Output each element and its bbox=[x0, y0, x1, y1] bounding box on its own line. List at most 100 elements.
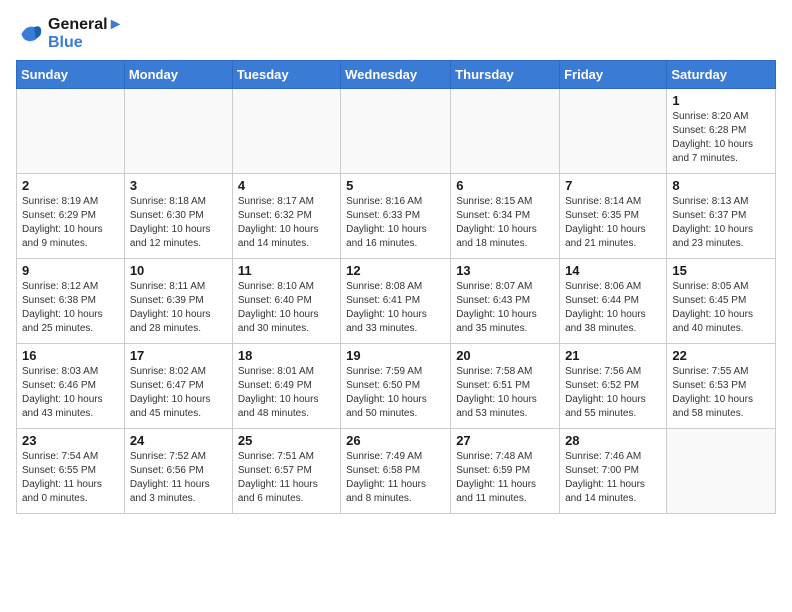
day-number: 24 bbox=[130, 433, 227, 448]
logo-icon bbox=[16, 20, 44, 48]
calendar-day-cell bbox=[451, 89, 560, 174]
day-info: Sunrise: 8:01 AMSunset: 6:49 PMDaylight:… bbox=[238, 365, 335, 421]
calendar-day-cell: 5Sunrise: 8:16 AMSunset: 6:33 PMDaylight… bbox=[341, 174, 451, 259]
calendar-day-cell: 25 Sunrise: 7:51 AMSunset: 6:57 PMDayligh… bbox=[232, 429, 340, 514]
weekday-header: Saturday bbox=[667, 61, 776, 89]
day-info: Sunrise: 8:12 AMSunset: 6:38 PMDaylight:… bbox=[22, 280, 119, 336]
logo-text: General► Blue bbox=[48, 16, 123, 52]
calendar-day-cell: 23Sunrise: 7:54 AMSunset: 6:55 PMDayligh… bbox=[17, 429, 125, 514]
weekday-header: Wednesday bbox=[341, 61, 451, 89]
calendar-day-cell: 15 Sunrise: 8:05 AMSunset: 6:45 PMDayligh… bbox=[667, 259, 776, 344]
calendar-week-row: 2Sunrise: 8:19 AMSunset: 6:29 PMDaylight… bbox=[17, 174, 776, 259]
calendar-day-cell bbox=[341, 89, 451, 174]
day-info: Sunrise: 8:11 AMSunset: 6:39 PMDaylight:… bbox=[130, 280, 227, 336]
day-number: 9 bbox=[22, 263, 119, 278]
day-info: Sunrise: 8:17 AMSunset: 6:32 PMDaylight:… bbox=[238, 195, 335, 251]
calendar-week-row: 9 Sunrise: 8:12 AMSunset: 6:38 PMDaylight… bbox=[17, 259, 776, 344]
day-number: 20 bbox=[456, 348, 554, 363]
day-number: 5 bbox=[346, 178, 445, 193]
day-number: 14 bbox=[565, 263, 661, 278]
day-info: Sunrise: 7:48 AMSunset: 6:59 PMDaylight:… bbox=[456, 450, 554, 506]
calendar-day-cell: 2Sunrise: 8:19 AMSunset: 6:29 PMDaylight… bbox=[17, 174, 125, 259]
calendar-day-cell: 22 Sunrise: 7:55 AMSunset: 6:53 PMDayligh… bbox=[667, 344, 776, 429]
calendar-day-cell: 11 Sunrise: 8:10 AMSunset: 6:40 PMDayligh… bbox=[232, 259, 340, 344]
page: General► Blue SundayMondayTuesdayWednesd… bbox=[0, 0, 792, 530]
day-info: Sunrise: 8:10 AMSunset: 6:40 PMDaylight:… bbox=[238, 280, 335, 336]
weekday-header: Friday bbox=[560, 61, 667, 89]
calendar-week-row: 16 Sunrise: 8:03 AMSunset: 6:46 PMDayligh… bbox=[17, 344, 776, 429]
day-number: 1 bbox=[672, 93, 770, 108]
day-info: Sunrise: 8:02 AMSunset: 6:47 PMDaylight:… bbox=[130, 365, 227, 421]
calendar-day-cell: 1 Sunrise: 8:20 AMSunset: 6:28 PMDaylight… bbox=[667, 89, 776, 174]
calendar-day-cell: 27 Sunrise: 7:48 AMSunset: 6:59 PMDayligh… bbox=[451, 429, 560, 514]
day-info: Sunrise: 8:20 AMSunset: 6:28 PMDaylight:… bbox=[672, 110, 770, 166]
calendar-day-cell: 6 Sunrise: 8:15 AMSunset: 6:34 PMDaylight… bbox=[451, 174, 560, 259]
day-number: 11 bbox=[238, 263, 335, 278]
day-info: Sunrise: 7:56 AMSunset: 6:52 PMDaylight:… bbox=[565, 365, 661, 421]
day-number: 22 bbox=[672, 348, 770, 363]
day-info: Sunrise: 8:15 AMSunset: 6:34 PMDaylight:… bbox=[456, 195, 554, 251]
day-info: Sunrise: 7:49 AMSunset: 6:58 PMDaylight:… bbox=[346, 450, 445, 506]
header: General► Blue bbox=[16, 16, 776, 52]
calendar-day-cell: 28 Sunrise: 7:46 AMSunset: 7:00 PMDayligh… bbox=[560, 429, 667, 514]
day-number: 18 bbox=[238, 348, 335, 363]
calendar-day-cell: 21 Sunrise: 7:56 AMSunset: 6:52 PMDayligh… bbox=[560, 344, 667, 429]
calendar-day-cell: 12 Sunrise: 8:08 AMSunset: 6:41 PMDayligh… bbox=[341, 259, 451, 344]
day-info: Sunrise: 8:19 AMSunset: 6:29 PMDaylight:… bbox=[22, 195, 119, 251]
weekday-header: Thursday bbox=[451, 61, 560, 89]
day-number: 27 bbox=[456, 433, 554, 448]
calendar-week-row: 1 Sunrise: 8:20 AMSunset: 6:28 PMDaylight… bbox=[17, 89, 776, 174]
day-info: Sunrise: 8:08 AMSunset: 6:41 PMDaylight:… bbox=[346, 280, 445, 336]
day-info: Sunrise: 8:03 AMSunset: 6:46 PMDaylight:… bbox=[22, 365, 119, 421]
weekday-header: Monday bbox=[124, 61, 232, 89]
logo: General► Blue bbox=[16, 16, 123, 52]
day-number: 6 bbox=[456, 178, 554, 193]
day-info: Sunrise: 7:52 AMSunset: 6:56 PMDaylight:… bbox=[130, 450, 227, 506]
weekday-header: Tuesday bbox=[232, 61, 340, 89]
day-number: 8 bbox=[672, 178, 770, 193]
calendar-day-cell: 16 Sunrise: 8:03 AMSunset: 6:46 PMDayligh… bbox=[17, 344, 125, 429]
calendar-day-cell: 7 Sunrise: 8:14 AMSunset: 6:35 PMDaylight… bbox=[560, 174, 667, 259]
day-number: 4 bbox=[238, 178, 335, 193]
day-number: 19 bbox=[346, 348, 445, 363]
day-info: Sunrise: 7:58 AMSunset: 6:51 PMDaylight:… bbox=[456, 365, 554, 421]
day-number: 12 bbox=[346, 263, 445, 278]
calendar-day-cell: 20 Sunrise: 7:58 AMSunset: 6:51 PMDayligh… bbox=[451, 344, 560, 429]
calendar-day-cell: 24 Sunrise: 7:52 AMSunset: 6:56 PMDayligh… bbox=[124, 429, 232, 514]
calendar-day-cell: 17 Sunrise: 8:02 AMSunset: 6:47 PMDayligh… bbox=[124, 344, 232, 429]
day-number: 7 bbox=[565, 178, 661, 193]
day-number: 17 bbox=[130, 348, 227, 363]
calendar-table: SundayMondayTuesdayWednesdayThursdayFrid… bbox=[16, 60, 776, 514]
weekday-header: Sunday bbox=[17, 61, 125, 89]
day-info: Sunrise: 7:51 AMSunset: 6:57 PMDaylight:… bbox=[238, 450, 335, 506]
day-info: Sunrise: 8:14 AMSunset: 6:35 PMDaylight:… bbox=[565, 195, 661, 251]
calendar-day-cell: 14 Sunrise: 8:06 AMSunset: 6:44 PMDayligh… bbox=[560, 259, 667, 344]
day-info: Sunrise: 8:06 AMSunset: 6:44 PMDaylight:… bbox=[565, 280, 661, 336]
day-info: Sunrise: 8:05 AMSunset: 6:45 PMDaylight:… bbox=[672, 280, 770, 336]
calendar-day-cell bbox=[560, 89, 667, 174]
calendar-day-cell: 9 Sunrise: 8:12 AMSunset: 6:38 PMDaylight… bbox=[17, 259, 125, 344]
calendar-day-cell bbox=[124, 89, 232, 174]
day-number: 26 bbox=[346, 433, 445, 448]
day-number: 21 bbox=[565, 348, 661, 363]
calendar-day-cell: 13 Sunrise: 8:07 AMSunset: 6:43 PMDayligh… bbox=[451, 259, 560, 344]
calendar-day-cell bbox=[17, 89, 125, 174]
calendar-day-cell: 4 Sunrise: 8:17 AMSunset: 6:32 PMDaylight… bbox=[232, 174, 340, 259]
calendar-day-cell: 3 Sunrise: 8:18 AMSunset: 6:30 PMDaylight… bbox=[124, 174, 232, 259]
day-number: 25 bbox=[238, 433, 335, 448]
day-info: Sunrise: 7:55 AMSunset: 6:53 PMDaylight:… bbox=[672, 365, 770, 421]
day-info: Sunrise: 7:46 AMSunset: 7:00 PMDaylight:… bbox=[565, 450, 661, 506]
day-info: Sunrise: 7:54 AMSunset: 6:55 PMDaylight:… bbox=[22, 450, 119, 506]
calendar-day-cell bbox=[232, 89, 340, 174]
day-number: 28 bbox=[565, 433, 661, 448]
calendar-header-row: SundayMondayTuesdayWednesdayThursdayFrid… bbox=[17, 61, 776, 89]
calendar-day-cell: 19 Sunrise: 7:59 AMSunset: 6:50 PMDayligh… bbox=[341, 344, 451, 429]
calendar-day-cell bbox=[667, 429, 776, 514]
day-number: 3 bbox=[130, 178, 227, 193]
day-number: 15 bbox=[672, 263, 770, 278]
day-info: Sunrise: 8:18 AMSunset: 6:30 PMDaylight:… bbox=[130, 195, 227, 251]
day-info: Sunrise: 7:59 AMSunset: 6:50 PMDaylight:… bbox=[346, 365, 445, 421]
day-info: Sunrise: 8:07 AMSunset: 6:43 PMDaylight:… bbox=[456, 280, 554, 336]
day-number: 16 bbox=[22, 348, 119, 363]
day-number: 13 bbox=[456, 263, 554, 278]
